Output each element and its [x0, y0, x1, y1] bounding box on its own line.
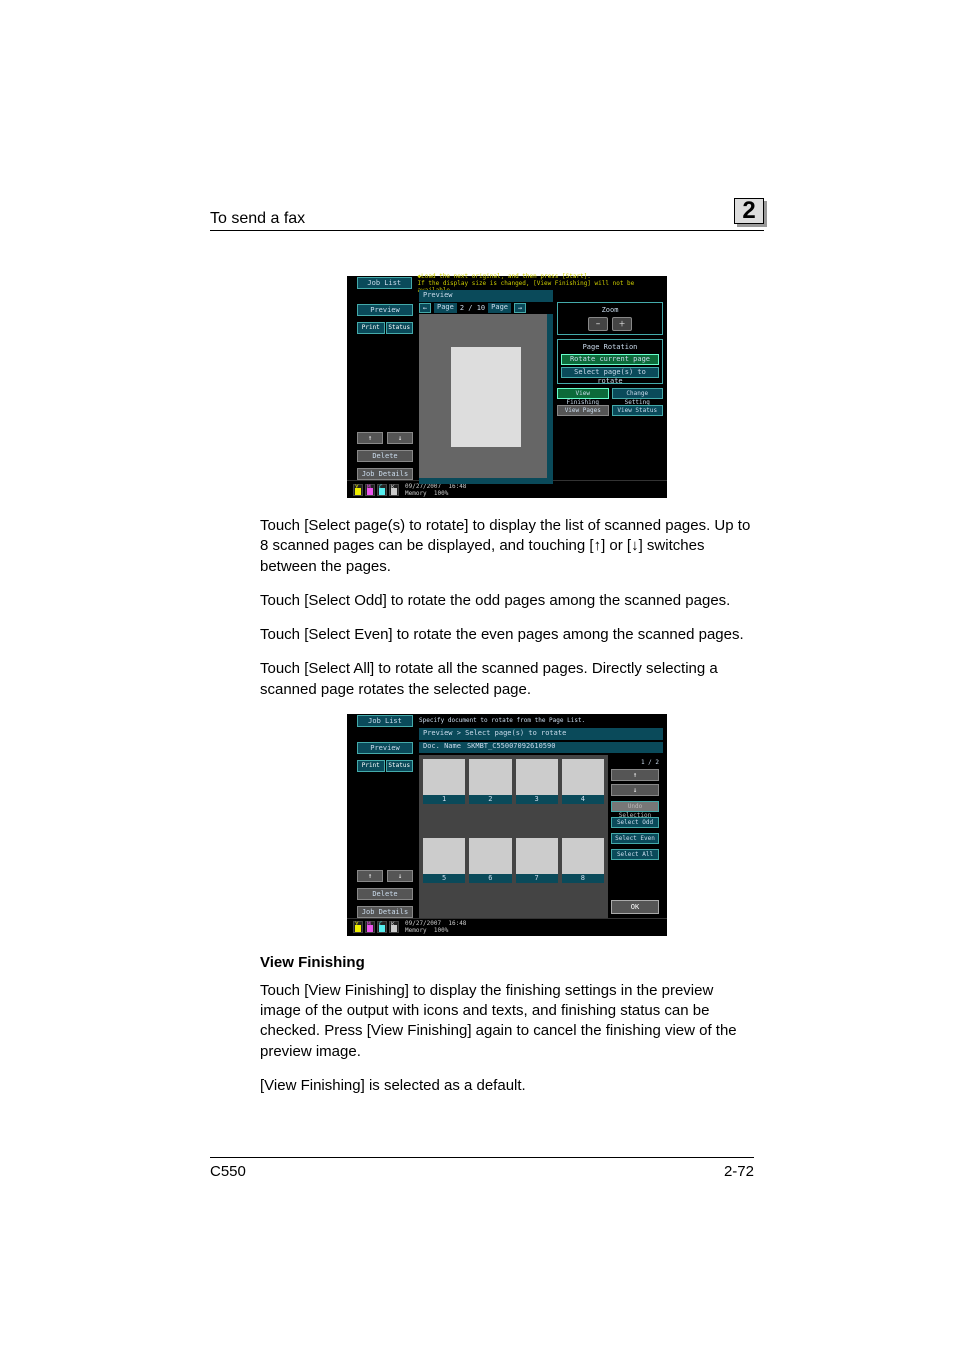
footer-model: C550 [210, 1163, 246, 1180]
zoom-label: Zoom [561, 306, 659, 314]
change-setting-button[interactable]: Change Setting [612, 388, 664, 399]
status-message: Specify document to rotate from the Page… [419, 717, 585, 724]
zoom-in-button[interactable]: ＋ [612, 317, 632, 331]
page-thumb-8[interactable]: 8 [562, 838, 604, 914]
paragraph-1: Touch [Select page(s) to rotate] to disp… [260, 516, 754, 577]
page-badge-left: Page [434, 303, 457, 313]
delete-button[interactable]: Delete [357, 888, 413, 900]
page-up-button[interactable]: ↑ [611, 769, 659, 781]
next-page-button[interactable]: → [514, 303, 526, 313]
breadcrumb: Preview > Select page(s) to rotate [419, 728, 663, 740]
scroll-up-button[interactable]: ↑ [357, 432, 383, 444]
ok-button[interactable]: OK [611, 900, 659, 914]
rotate-current-page-button[interactable]: Rotate current page [561, 354, 659, 365]
scroll-down-button[interactable]: ↓ [387, 432, 413, 444]
chapter-badge: 2 [734, 198, 764, 224]
page-thumb-4[interactable]: 4 [562, 759, 604, 835]
footer-page: 2-72 [724, 1163, 754, 1180]
horizontal-scrollbar[interactable] [419, 478, 553, 484]
select-all-button[interactable]: Select All [611, 849, 659, 860]
page-header: To send a fax [210, 210, 764, 231]
job-list-button[interactable]: Job List [357, 277, 412, 289]
select-pages-rotate-button[interactable]: Select page(s) to rotate [561, 367, 659, 378]
section-title-view-finishing: View Finishing [260, 954, 754, 971]
vertical-scrollbar[interactable] [547, 314, 553, 480]
toner-levels: Y M C K [353, 921, 399, 933]
sidebar: Preview Print Status ↑ ↓ Delete Job Deta… [357, 290, 413, 480]
tab-status[interactable]: Status [386, 322, 414, 334]
page-thumb-6[interactable]: 6 [469, 838, 511, 914]
page-thumb-1[interactable]: 1 [423, 759, 465, 835]
undo-selection-button[interactable]: Undo Selection [611, 801, 659, 812]
delete-button[interactable]: Delete [357, 450, 413, 462]
preview-header: Preview [419, 290, 553, 302]
preview-thumbnail [451, 347, 521, 447]
page-count: 2 / 10 [460, 304, 485, 312]
select-odd-button[interactable]: Select Odd [611, 817, 659, 828]
page-down-button[interactable]: ↓ [611, 784, 659, 796]
sidebar: Preview Print Status ↑ ↓ Delete Job Deta… [357, 728, 413, 918]
chapter-number: 2 [734, 198, 764, 224]
paragraph-5: Touch [View Finishing] to display the fi… [260, 981, 754, 1062]
scroll-down-button[interactable]: ↓ [387, 870, 413, 882]
preview-button[interactable]: Preview [357, 742, 413, 754]
tab-print[interactable]: Print [357, 760, 385, 772]
view-finishing-button[interactable]: View Finishing [557, 388, 609, 399]
job-details-button[interactable]: Job Details [357, 906, 413, 918]
page-grid: 1 2 3 4 5 6 7 8 [419, 755, 608, 918]
job-list-button[interactable]: Job List [357, 715, 413, 727]
paragraph-3: Touch [Select Even] to rotate the even p… [260, 625, 754, 645]
tab-print[interactable]: Print [357, 322, 385, 334]
page-thumb-7[interactable]: 7 [516, 838, 558, 914]
prev-page-button[interactable]: ← [419, 303, 431, 313]
view-pages-button[interactable]: View Pages [557, 405, 609, 416]
screenshot-preview-rotate: Job List ◆Load the next original, and th… [347, 276, 667, 498]
view-status-button[interactable]: View Status [612, 405, 664, 416]
page-thumb-2[interactable]: 2 [469, 759, 511, 835]
page-footer: C550 2-72 [210, 1157, 754, 1180]
toner-levels: Y M C K [353, 484, 399, 496]
paragraph-4: Touch [Select All] to rotate all the sca… [260, 659, 754, 700]
doc-name-row: Doc. NameSKMBT_C55007092610590 [419, 742, 663, 753]
preview-button[interactable]: Preview [357, 304, 413, 316]
page-thumb-5[interactable]: 5 [423, 838, 465, 914]
screenshot-page-list: Job List Specify document to rotate from… [347, 714, 667, 936]
page-indicator: 1 / 2 [611, 759, 659, 766]
scroll-up-button[interactable]: ↑ [357, 870, 383, 882]
page-badge-right: Page [488, 303, 511, 313]
job-details-button[interactable]: Job Details [357, 468, 413, 480]
page-list-controls: 1 / 2 ↑ ↓ Undo Selection Select Odd Sele… [611, 755, 663, 918]
datetime-memory: 09/27/2007 16:48 Memory 100% [405, 483, 466, 497]
page-rotation-label: Page Rotation [561, 343, 659, 351]
paragraph-2: Touch [Select Odd] to rotate the odd pag… [260, 591, 754, 611]
page-thumb-3[interactable]: 3 [516, 759, 558, 835]
page-content: Job List ◆Load the next original, and th… [260, 276, 754, 1110]
zoom-out-button[interactable]: − [588, 317, 608, 331]
preview-area [419, 314, 553, 480]
select-even-button[interactable]: Select Even [611, 833, 659, 844]
datetime-memory: 09/27/2007 16:48 Memory 100% [405, 920, 466, 934]
tab-status[interactable]: Status [386, 760, 414, 772]
paragraph-6: [View Finishing] is selected as a defaul… [260, 1076, 754, 1096]
header-title: To send a fax [210, 210, 305, 228]
right-panel: Zoom − ＋ Page Rotation Rotate current pa… [557, 290, 663, 480]
